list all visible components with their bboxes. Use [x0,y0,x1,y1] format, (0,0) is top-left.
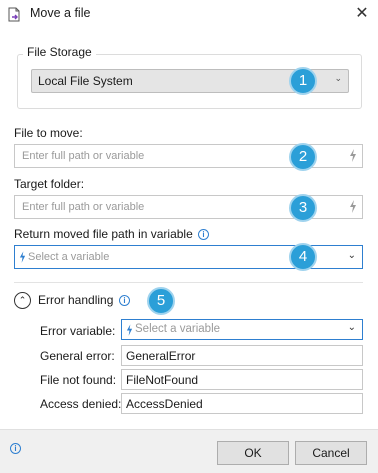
return-variable-placeholder: Select a variable [28,251,110,263]
error-variable-select[interactable]: Select a variable ⌄ [121,319,363,340]
chevron-down-icon: ⌄ [334,73,342,83]
cancel-button[interactable]: Cancel [295,441,367,465]
target-folder-label: Target folder: [14,177,85,191]
error-variable-label: Error variable: [40,324,116,338]
info-icon[interactable]: i [10,443,21,454]
variable-bolt-icon[interactable] [349,200,357,213]
file-move-icon [8,7,20,22]
general-error-input[interactable]: GeneralError [121,345,363,366]
file-not-found-input[interactable]: FileNotFound [121,369,363,390]
ok-button[interactable]: OK [217,441,289,465]
file-storage-value: Local File System [38,74,133,88]
callout-badge-5: 5 [147,287,175,315]
access-denied-label: Access denied: [40,397,122,411]
collapse-error-handling-button[interactable]: ⌃ [14,292,31,309]
section-divider [14,282,363,283]
close-icon: ✕ [355,5,369,22]
variable-bolt-icon [19,251,26,263]
return-variable-label: Return moved file path in variable [14,227,193,241]
file-not-found-value: FileNotFound [126,373,199,387]
file-to-move-label: File to move: [14,126,83,140]
file-not-found-label: File not found: [40,373,117,387]
target-folder-placeholder: Enter full path or variable [22,201,145,213]
access-denied-value: AccessDenied [126,397,203,411]
access-denied-input[interactable]: AccessDenied [121,393,363,414]
callout-badge-2: 2 [289,143,317,171]
close-button[interactable]: ✕ [350,2,374,26]
chevron-up-icon: ⌃ [18,295,27,305]
file-to-move-placeholder: Enter full path or variable [22,150,145,162]
title-bar: Move a file ✕ [0,0,378,28]
chevron-down-icon: ⌄ [347,322,356,333]
general-error-value: GeneralError [126,349,196,363]
error-handling-title: Error handling [38,293,114,307]
window-title: Move a file [30,6,91,20]
info-icon[interactable]: i [119,295,130,306]
error-variable-placeholder: Select a variable [135,323,221,335]
file-storage-legend: File Storage [23,45,96,59]
callout-badge-4: 4 [289,243,317,271]
chevron-down-icon: ⌄ [347,250,356,261]
general-error-label: General error: [40,349,115,363]
callout-badge-3: 3 [289,194,317,222]
variable-bolt-icon [126,324,133,336]
variable-bolt-icon[interactable] [349,149,357,162]
info-icon[interactable]: i [198,229,209,240]
callout-badge-1: 1 [289,67,317,95]
